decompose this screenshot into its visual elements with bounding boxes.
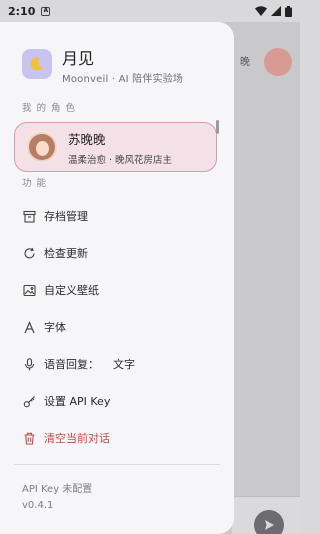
menu-item-wallpaper[interactable]: 自定义壁纸 xyxy=(22,278,99,302)
app-title: 月见 xyxy=(62,49,95,68)
send-button[interactable] xyxy=(254,510,284,534)
app-subtitle: Moonveil · AI 陪伴实验场 xyxy=(62,74,184,85)
battery-icon xyxy=(285,5,292,17)
api-key-status: API Key 未配置 xyxy=(22,484,93,495)
app-header: 月见 Moonveil · AI 陪伴实验场 xyxy=(22,49,183,85)
status-icons xyxy=(255,5,292,17)
refresh-icon xyxy=(22,246,36,260)
font-icon xyxy=(22,320,36,334)
menu-item-label: 设置 API Key xyxy=(44,395,111,408)
notification-icon: A xyxy=(41,6,51,16)
menu-item-archive[interactable]: 存档管理 xyxy=(22,204,88,228)
status-bar: 2:10 A xyxy=(0,0,300,22)
background-avatar xyxy=(264,48,292,76)
menu-item-label: 语音回复： xyxy=(44,358,99,371)
roles-scrollbar[interactable] xyxy=(216,120,219,134)
microphone-icon xyxy=(22,357,36,371)
role-avatar xyxy=(26,131,58,163)
navigation-drawer: 月见 Moonveil · AI 陪伴实验场 我 的 角 色 苏晚晚 温柔治愈 … xyxy=(0,22,234,534)
role-card-selected[interactable]: 苏晚晚 温柔治愈 · 晚风花房店主 xyxy=(14,122,217,172)
moon-logo-icon xyxy=(22,49,52,79)
role-description: 温柔治愈 · 晚风花房店主 xyxy=(68,154,173,166)
menu-item-label: 存档管理 xyxy=(44,210,88,223)
archive-icon xyxy=(22,209,36,223)
menu-item-label: 字体 xyxy=(44,321,66,334)
wifi-icon xyxy=(255,6,267,16)
footer-divider xyxy=(14,464,220,465)
key-icon xyxy=(22,394,36,408)
image-icon xyxy=(22,283,36,297)
roles-section-label: 我 的 角 色 xyxy=(22,103,77,114)
functions-section-label: 功 能 xyxy=(22,178,48,189)
background-chat-title: 晚 xyxy=(240,57,250,68)
role-name: 苏晚晚 xyxy=(68,131,106,147)
signal-icon xyxy=(271,6,281,16)
menu-item-font[interactable]: 字体 xyxy=(22,315,66,339)
menu-item-voice-reply[interactable]: 语音回复： 文字 xyxy=(22,352,135,376)
send-icon xyxy=(265,520,274,530)
menu-item-label: 清空当前对话 xyxy=(44,432,110,445)
app-version: v0.4.1 xyxy=(22,500,54,511)
voice-reply-value: 文字 xyxy=(113,358,135,371)
menu-item-clear-conversation[interactable]: 清空当前对话 xyxy=(22,426,110,450)
menu-item-label: 自定义壁纸 xyxy=(44,284,99,297)
menu-item-check-update[interactable]: 检查更新 xyxy=(22,241,88,265)
trash-icon xyxy=(22,431,36,445)
menu-item-api-key[interactable]: 设置 API Key xyxy=(22,389,110,413)
status-time: 2:10 xyxy=(8,4,36,18)
menu-item-label: 检查更新 xyxy=(44,247,88,260)
